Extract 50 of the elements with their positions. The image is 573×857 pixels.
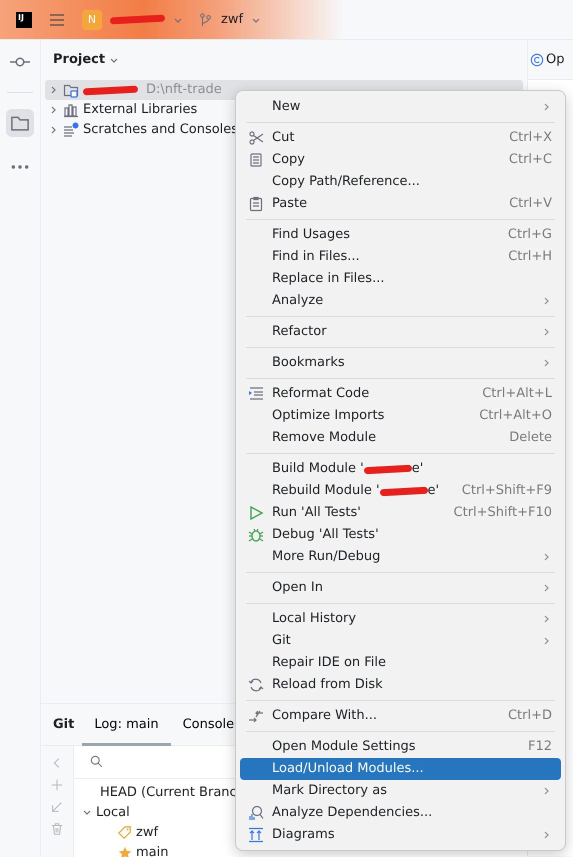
logo: IJ xyxy=(16,12,32,28)
tree-label: External Libraries xyxy=(83,101,198,120)
shortcut: Ctrl+V xyxy=(509,195,552,214)
path-hint: D:\nft-trade xyxy=(146,81,222,100)
menu-label: More Run/Debug xyxy=(272,548,380,566)
shortcut: Ctrl+X xyxy=(509,129,552,148)
shortcut: Ctrl+Alt+O xyxy=(479,407,552,426)
menu-label: Debug 'All Tests' xyxy=(272,526,379,544)
menu-label: Reload from Disk xyxy=(272,676,383,694)
menu-label: Open Module Settings xyxy=(272,738,416,756)
menu-label: Refactor xyxy=(272,323,327,342)
menu-label: Paste xyxy=(272,195,308,214)
shortcut: Ctrl+D xyxy=(508,707,552,726)
menu-label: Load/Unload Modules... xyxy=(272,760,424,778)
menu-label: Build Module ' xyxy=(272,460,364,478)
shortcut: Ctrl+H xyxy=(508,248,552,266)
menu-label: Run 'All Tests' xyxy=(272,504,361,522)
shortcut: Ctrl+G xyxy=(508,226,552,244)
project-badge: N xyxy=(82,10,102,30)
menu-label: e' xyxy=(428,482,440,500)
shortcut: Ctrl+Alt+L xyxy=(482,385,552,404)
menu-label: Local History xyxy=(272,610,356,628)
shortcut: Ctrl+C xyxy=(508,151,552,170)
menu-label: Analyze xyxy=(272,292,324,310)
shortcut: Delete xyxy=(509,429,552,448)
menu-label: Copy Path/Reference... xyxy=(272,173,420,192)
menu-label: Remove Module xyxy=(272,429,376,448)
menu-label: Optimize Imports xyxy=(272,407,384,426)
menu-label: Rebuild Module ' xyxy=(272,482,380,500)
menu-label: Open In xyxy=(272,579,323,598)
menu-label: Copy xyxy=(272,151,305,170)
menu-label: Find in Files... xyxy=(272,248,360,266)
menu-label: e' xyxy=(412,460,424,478)
panel-title: Git xyxy=(52,716,74,734)
menu-label: Mark Directory as xyxy=(272,782,387,800)
menu-label: Reformat Code xyxy=(272,385,370,404)
menu-label: Cut xyxy=(272,129,294,148)
menu-label: Repair IDE on File xyxy=(272,654,386,672)
menu-label: New xyxy=(272,98,300,116)
menu-label: Compare With... xyxy=(272,707,378,726)
menu-label: Diagrams xyxy=(272,826,335,844)
shortcut: Ctrl+Shift+F9 xyxy=(462,482,552,500)
menu-label: Replace in Files... xyxy=(272,270,384,288)
menu-label: Bookmarks xyxy=(272,354,345,372)
menu-label: Find Usages xyxy=(272,226,350,244)
menu-label: Analyze Dependencies... xyxy=(272,804,432,822)
menu-label: Git xyxy=(272,632,291,650)
shortcut: Ctrl+Shift+F10 xyxy=(454,504,552,522)
branch-name: zwf xyxy=(221,10,244,29)
shortcut: F12 xyxy=(528,738,552,756)
